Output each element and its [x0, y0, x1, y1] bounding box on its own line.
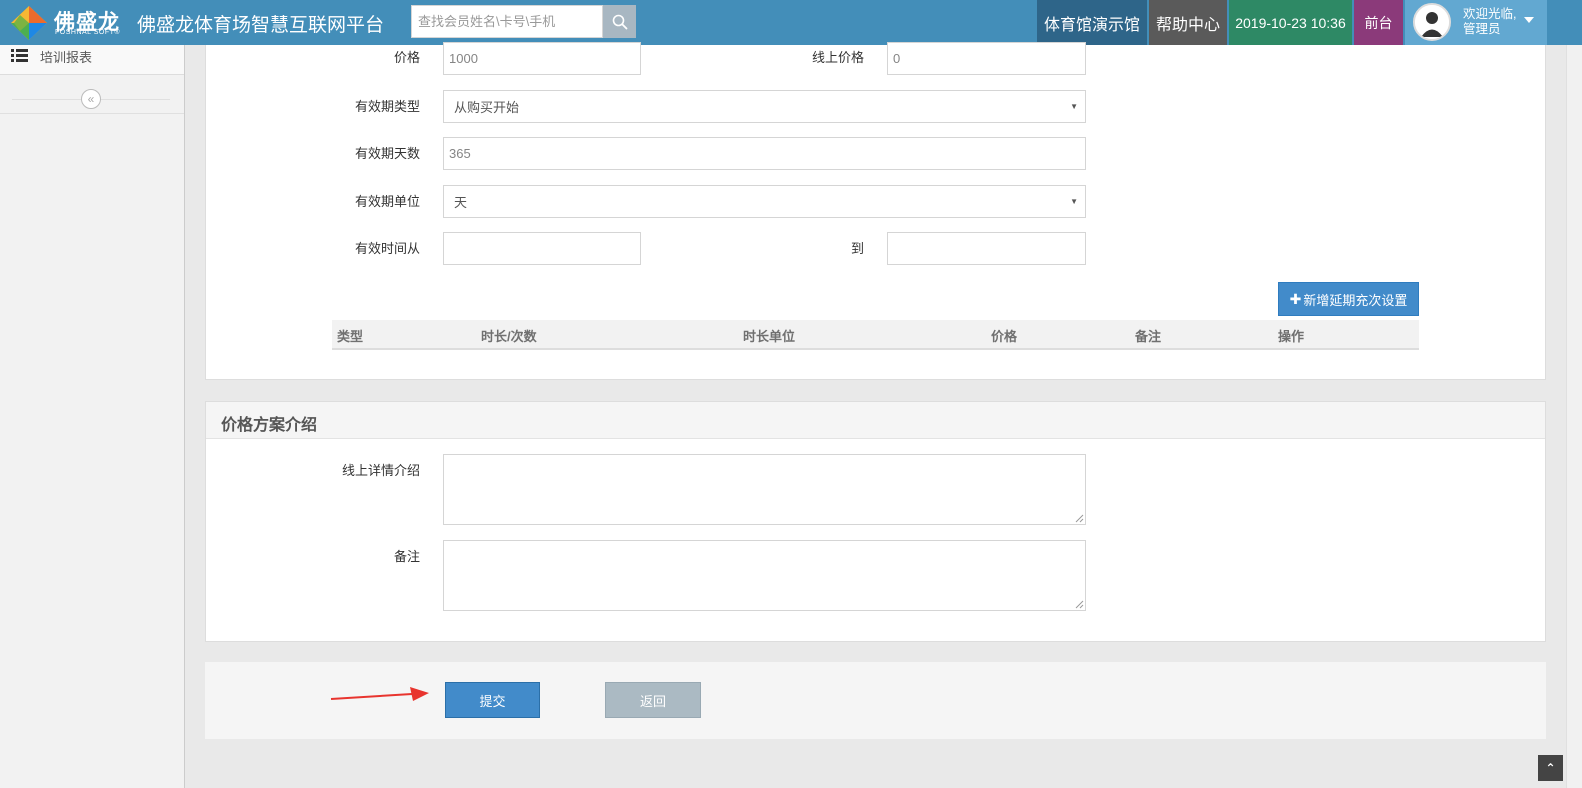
app-title: 佛盛龙体育场智慧互联网平台	[137, 14, 385, 36]
user-silhouette-icon	[1415, 5, 1449, 39]
resize-grip-icon[interactable]	[1075, 600, 1084, 609]
validity-unit-select[interactable]: 天 ▼	[443, 185, 1086, 218]
sidebar-collapse-bar: «	[0, 75, 184, 114]
valid-from-label: 有效时间从	[355, 241, 421, 256]
validity-type-value: 从购买开始	[454, 100, 520, 115]
sidebar-item-label: 培训报表	[40, 50, 93, 65]
front-desk-link[interactable]: 前台	[1354, 0, 1403, 45]
validity-type-select[interactable]: 从购买开始 ▼	[443, 90, 1086, 123]
sidebar: 培训报表 «	[0, 45, 185, 788]
user-menu[interactable]: 欢迎光临, 管理员	[1405, 0, 1547, 45]
submit-button[interactable]: 提交	[445, 682, 540, 718]
price-input[interactable]: 1000	[443, 42, 641, 75]
extend-settings-table-header: 类型 时长/次数 时长单位 价格 备注 操作	[332, 320, 1419, 350]
resize-grip-icon[interactable]	[1075, 514, 1084, 523]
column-header-price: 价格	[991, 329, 1018, 344]
sidebar-collapse-button[interactable]: «	[81, 89, 101, 109]
column-header-unit: 时长单位	[743, 329, 796, 344]
panel-title: 价格方案介绍	[221, 417, 318, 434]
valid-to-label: 到	[851, 241, 865, 256]
add-extend-setting-label: 新增延期充次设置	[1303, 292, 1408, 308]
red-arrow-annotation-icon	[330, 687, 429, 701]
list-icon	[11, 49, 28, 62]
validity-unit-value: 天	[454, 195, 468, 210]
online-price-input[interactable]: 0	[887, 42, 1086, 75]
remark-textarea[interactable]	[443, 540, 1086, 611]
online-detail-textarea[interactable]	[443, 454, 1086, 525]
remark-label: 备注	[394, 549, 421, 564]
price-label: 价格	[394, 50, 421, 65]
panel-header: 价格方案介绍	[206, 402, 1545, 439]
add-extend-setting-button[interactable]: ✚ 新增延期充次设置	[1278, 282, 1419, 316]
plus-icon: ✚	[1289, 290, 1302, 307]
user-role: 管理员	[1463, 22, 1501, 36]
caret-down-icon	[1524, 17, 1534, 23]
help-center-link[interactable]: 帮助中心	[1149, 0, 1227, 45]
column-header-remark: 备注	[1135, 329, 1162, 344]
current-datetime: 2019-10-23 10:36	[1229, 0, 1352, 45]
user-greeting: 欢迎光临, 管理员	[1463, 7, 1516, 37]
page-scrollbar[interactable]	[1566, 45, 1582, 788]
search-icon	[612, 14, 627, 29]
venue-selector[interactable]: 体育馆演示馆	[1037, 0, 1147, 45]
sidebar-item-training-report[interactable]: 培训报表	[0, 45, 184, 75]
dropdown-arrow-icon: ▼	[1070, 197, 1078, 206]
back-button[interactable]: 返回	[605, 682, 701, 718]
scroll-to-top-button[interactable]: ⌃	[1538, 755, 1563, 781]
column-header-duration: 时长/次数	[481, 329, 537, 344]
double-chevron-left-icon: «	[87, 92, 95, 106]
validity-unit-label: 有效期单位	[355, 194, 421, 209]
validity-type-label: 有效期类型	[355, 99, 421, 114]
search-button[interactable]	[603, 5, 636, 38]
dropdown-arrow-icon: ▼	[1070, 102, 1078, 111]
online-price-label: 线上价格	[812, 50, 865, 65]
logo-subtext: FOSHNAL SOFT®	[55, 29, 121, 36]
double-chevron-up-icon: ⌃	[1545, 761, 1556, 775]
online-detail-label: 线上详情介绍	[342, 463, 421, 478]
brand-logo[interactable]: 佛盛龙 FOSHNAL SOFT®	[8, 3, 128, 41]
valid-to-input[interactable]	[887, 232, 1086, 265]
valid-from-input[interactable]	[443, 232, 641, 265]
welcome-text: 欢迎光临,	[1463, 7, 1517, 21]
column-header-type: 类型	[337, 329, 364, 344]
avatar	[1413, 3, 1451, 41]
column-header-actions: 操作	[1278, 329, 1305, 344]
logo-mark-icon	[11, 6, 47, 40]
validity-days-input[interactable]: 365	[443, 137, 1086, 170]
member-search-input[interactable]	[411, 5, 603, 38]
validity-days-label: 有效期天数	[355, 146, 421, 161]
top-navbar: 佛盛龙 FOSHNAL SOFT® 佛盛龙体育场智慧互联网平台 体育馆演示馆 帮…	[0, 0, 1582, 45]
